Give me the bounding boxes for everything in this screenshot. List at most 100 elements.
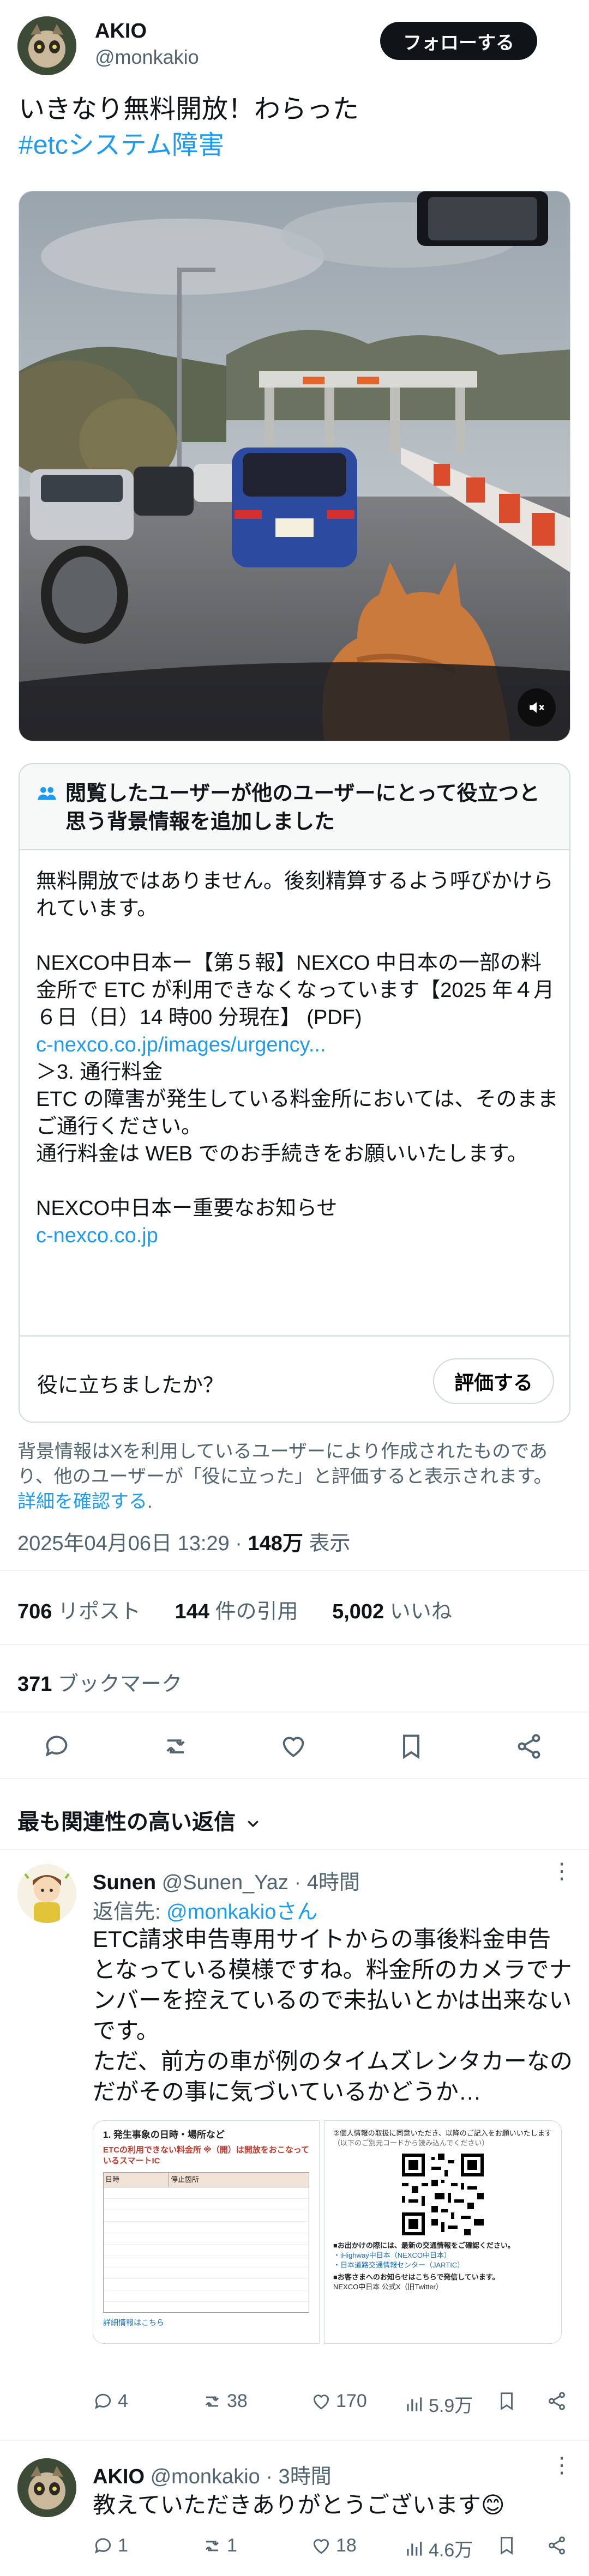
reposts-stat[interactable]: 706 リポスト <box>17 1600 155 1623</box>
more-options-icon[interactable]: ⋮ <box>551 1859 573 1884</box>
views-icon <box>407 2397 422 2411</box>
divider <box>0 1849 589 1850</box>
repost-icon[interactable] <box>158 1729 193 1764</box>
reply-avatar[interactable] <box>17 1864 76 1923</box>
reply-reposts[interactable]: 38 <box>202 2391 248 2412</box>
reply-image-qr-notice[interactable]: ②個人情報の取扱に同意いただき、以降のご記入をお願いいたします （以下のご別元コ… <box>324 2120 562 2344</box>
divider <box>0 1712 589 1713</box>
reply-text: 教えていただきありがとうございます😊 <box>93 2492 505 2518</box>
meta-separator: · <box>235 1532 242 1555</box>
img2-line: ・iHighway中日本（NEXCO中日本） <box>333 2251 451 2259</box>
reply-icon[interactable] <box>39 1729 74 1764</box>
note-paragraph: 無料開放ではありません。後刻精算するよう呼びかけられています。 <box>36 870 554 920</box>
note-link-urgency[interactable]: c-nexco.co.jp/images/urgency... <box>36 1031 560 1059</box>
helpful-question: 役に立ちましたか？ <box>37 1374 224 1397</box>
img-col-header: 停止箇所 <box>171 2175 200 2184</box>
note-disclaimer: 背景情報はXを利用しているユーザーにより作成されたものであり、他のユーザーが「役… <box>17 1441 552 1512</box>
reply-time[interactable]: · 3時間 <box>266 2465 331 2488</box>
community-note-header: 閲覧したユーザーが他のユーザーにとって役立つと思う背景情報を追加しました <box>20 764 569 850</box>
mute-toggle-icon[interactable] <box>518 688 556 727</box>
tweet-body: いきなり無料開放！わらった <box>19 95 359 124</box>
reply-author-handle[interactable]: @monkakio <box>151 2465 260 2488</box>
note-disclaimer-text: 背景情報はXを利用しているユーザーにより作成されたものであり、他のユーザーが「役… <box>17 1441 552 1487</box>
note-paragraph: ＞3. 通行料金 <box>36 1061 163 1084</box>
reply-icon <box>95 2393 111 2409</box>
reply-replies[interactable]: 1 <box>93 2535 128 2556</box>
bookmarks-stat[interactable]: 371 ブックマーク <box>17 1667 182 1697</box>
reply-text: ETC請求申告専用サイトからの事後料金申告となっている模様ですね。料金所のカメラ… <box>93 1926 573 2105</box>
learn-more-link[interactable]: 詳細を確認する <box>17 1491 147 1512</box>
more-options-icon[interactable]: ⋮ <box>551 2453 573 2478</box>
reply-action-bar: 4 38 170 5.9万 <box>93 2387 573 2420</box>
divider <box>0 1778 589 1779</box>
tweet-text: いきなり無料開放！わらった #etcシステム障害 <box>19 92 569 164</box>
views-count: 148万 <box>248 1532 303 1555</box>
quotes-stat[interactable]: 144 件の引用 <box>175 1600 312 1623</box>
note-paragraph: NEXCO中日本ー【第５報】NEXCO 中日本の一部の料金所で ETC が利用で… <box>36 952 555 1029</box>
reply-views[interactable]: 4.6万 <box>404 2535 473 2562</box>
rate-button[interactable]: 評価する <box>433 1358 554 1404</box>
author-avatar[interactable] <box>17 16 76 75</box>
note-paragraph: ETC の障害が発生している料金所においては、そのままご通行ください。 <box>36 1088 558 1138</box>
like-icon[interactable] <box>276 1729 311 1764</box>
people-icon <box>36 783 58 805</box>
author-handle[interactable]: @monkakio <box>95 46 199 69</box>
img-table-rows <box>103 2187 309 2313</box>
divider <box>0 1644 589 1645</box>
tweet-action-bar <box>0 1722 589 1771</box>
like-icon <box>313 2394 329 2409</box>
reply-likes[interactable]: 170 <box>311 2391 367 2412</box>
img2-line: ②個人情報の取扱に同意いただき、以降のご記入をお願いいたします <box>333 2129 552 2137</box>
reply-reposts[interactable]: 1 <box>202 2535 237 2556</box>
reply-author: AKIO @monkakio · 3時間 <box>93 2459 332 2489</box>
reply-time[interactable]: · 4時間 <box>294 1871 360 1894</box>
bookmark-icon[interactable] <box>496 2391 517 2411</box>
note-link-site[interactable]: c-nexco.co.jp <box>36 1222 560 1249</box>
divider <box>0 1570 589 1571</box>
tweet-video[interactable] <box>19 191 570 741</box>
engagement-stats: 706 リポスト 144 件の引用 5,002 いいね <box>17 1594 480 1624</box>
views-label: 表示 <box>309 1532 351 1555</box>
reply-author-handle[interactable]: @Sunen_Yaz <box>162 1871 289 1894</box>
reply-to-handle-link[interactable]: @monkakioさん <box>166 1901 317 1924</box>
img2-line: （以下のご別元コードから読み込んでください） <box>333 2139 489 2147</box>
views-icon <box>407 2541 422 2556</box>
share-icon[interactable] <box>546 2391 567 2411</box>
follow-button[interactable]: フォローする <box>380 22 537 60</box>
community-note-footer: 役に立ちましたか？ 評価する <box>20 1335 569 1422</box>
reply-action-bar: 1 1 18 4.6万 <box>93 2532 573 2565</box>
img-col-header: 日時 <box>104 2173 169 2187</box>
reply-views[interactable]: 5.9万 <box>404 2391 473 2417</box>
reply-author: Sunen @Sunen_Yaz · 4時間 <box>93 1865 360 1895</box>
likes-stat[interactable]: 5,002 いいね <box>332 1600 466 1623</box>
reply-author-name[interactable]: AKIO <box>93 2465 145 2488</box>
share-icon[interactable] <box>512 1729 546 1764</box>
hashtag-link[interactable]: #etcシステム障害 <box>19 128 569 164</box>
community-note: 閲覧したユーザーが他のユーザーにとって役立つと思う背景情報を追加しました 無料開… <box>19 763 570 1423</box>
reply-author-name[interactable]: Sunen <box>93 1871 156 1894</box>
reply-likes[interactable]: 18 <box>311 2535 357 2556</box>
img2-line: NEXCO中日本 公式X（旧Twitter） <box>333 2283 443 2291</box>
post-datetime[interactable]: 2025年04月06日 13:29 <box>17 1532 230 1555</box>
img-heading: 1. 発生事象の日時・場所など <box>103 2130 225 2140</box>
img2-line: ■お出かけの際には、最新の交通情報をご確認ください。 <box>333 2241 515 2250</box>
reply-replies[interactable]: 4 <box>93 2391 128 2412</box>
reply-to-line: 返信先: @monkakioさん <box>93 1901 318 1924</box>
bookmark-icon[interactable] <box>394 1729 429 1764</box>
img-subheading: ETCの利用できない料金所 ※（開）は開放をおこなっているスマートIC <box>103 2145 310 2166</box>
img2-line: ・日本道路交通情報センター（JARTIC） <box>333 2261 465 2269</box>
reply-avatar[interactable] <box>17 2458 76 2517</box>
repost-icon <box>205 2396 219 2406</box>
share-icon[interactable] <box>546 2535 567 2556</box>
bookmark-icon[interactable] <box>496 2535 517 2556</box>
note-paragraph: 通行料金は WEB でのお手続きをお願いいたします。 <box>36 1142 528 1165</box>
reply-sort-dropdown[interactable]: 最も関連性の高い返信 <box>17 1804 261 1836</box>
reply-icon <box>95 2538 111 2554</box>
like-icon <box>313 2538 329 2554</box>
img-footer-link: 詳細情報はこちら <box>103 2318 164 2327</box>
community-note-title: 閲覧したユーザーが他のユーザーにとって役立つと思う背景情報を追加しました <box>65 782 540 833</box>
chevron-down-icon <box>245 1815 261 1831</box>
author-name[interactable]: AKIO <box>95 20 147 43</box>
reply-image-toll-list[interactable]: 1. 発生事象の日時・場所など ETCの利用できない料金所 ※（開）は開放をおこ… <box>93 2120 320 2344</box>
divider <box>0 2440 589 2441</box>
